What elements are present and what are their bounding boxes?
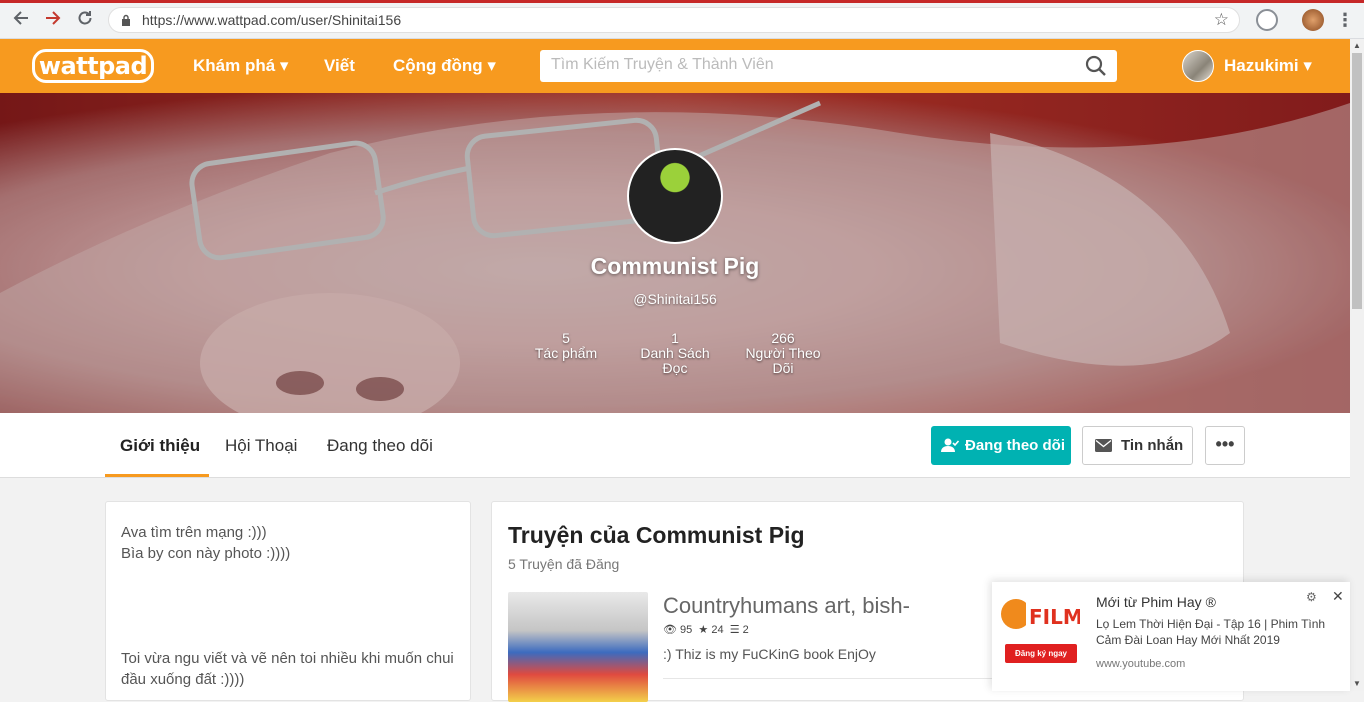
more-options-button[interactable]: ••• xyxy=(1205,426,1245,465)
nav-community[interactable]: Cộng đồng ▾ xyxy=(393,56,496,76)
profile-avatar-icon[interactable] xyxy=(1302,9,1324,31)
stat-works[interactable]: 5 Tác phẩm xyxy=(521,331,611,361)
film-logo-icon: FILM xyxy=(1001,599,1083,629)
scroll-down-icon[interactable]: ▼ xyxy=(1350,677,1364,691)
eye-icon: 👁 xyxy=(663,624,677,636)
user-menu[interactable]: Hazukimi ▾ xyxy=(1224,56,1312,76)
stories-count: 5 Truyện đã Đăng xyxy=(508,556,620,572)
story-cover-image[interactable] xyxy=(508,592,648,702)
lock-icon xyxy=(122,14,130,26)
search-box xyxy=(540,50,1117,82)
stat-followers[interactable]: 266 Người Theo Dõi xyxy=(738,331,828,376)
profile-avatar xyxy=(627,148,723,244)
ad-site: www.youtube.com xyxy=(1096,658,1186,670)
arrow-right-icon xyxy=(46,11,61,25)
tab-following[interactable]: Đang theo dõi xyxy=(327,436,433,456)
stat-value: 1 xyxy=(671,330,679,346)
back-button[interactable] xyxy=(10,9,32,31)
browser-top-accent xyxy=(0,0,1364,3)
address-bar[interactable]: https://www.wattpad.com/user/Shinitai156… xyxy=(108,7,1240,33)
following-button-label: Đang theo dõi xyxy=(965,437,1065,454)
list-icon: ☰ xyxy=(729,624,740,636)
mail-icon xyxy=(1095,439,1112,452)
kebab-menu-icon[interactable]: ⋮ xyxy=(1334,9,1356,31)
about-line: Bìa by con này photo :)))) xyxy=(121,545,291,562)
bookmark-star-icon[interactable]: ☆ xyxy=(1214,10,1229,30)
stat-reading-lists[interactable]: 1 Danh Sách Đọc xyxy=(630,331,720,376)
divider xyxy=(663,678,993,679)
profile-display-name: Communist Pig xyxy=(590,253,760,279)
message-button-label: Tin nhắn xyxy=(1121,437,1184,454)
extension-icon[interactable] xyxy=(1256,9,1278,31)
ad-subscribe-button[interactable]: Đăng ký ngay xyxy=(1005,644,1077,663)
close-icon[interactable]: ✕ xyxy=(1332,588,1344,605)
about-card: Ava tìm trên mạng :))) Bìa by con này ph… xyxy=(105,501,471,701)
page-scrollbar[interactable]: ▲ ▼ xyxy=(1350,39,1364,691)
following-button[interactable]: Đang theo dõi xyxy=(931,426,1071,465)
story-reads: 95 xyxy=(680,624,693,636)
wattpad-logo[interactable]: wattpad xyxy=(32,49,154,83)
stat-value: 5 xyxy=(562,330,570,346)
stories-heading: Truyện của Communist Pig xyxy=(508,522,805,548)
nav-discover[interactable]: Khám phá ▾ xyxy=(193,56,288,76)
scroll-up-icon[interactable]: ▲ xyxy=(1350,39,1364,53)
message-button[interactable]: Tin nhắn xyxy=(1082,426,1193,465)
story-parts: 2 xyxy=(742,624,749,636)
ad-popup[interactable]: FILM Đăng ký ngay Mới từ Phim Hay ® Lọ L… xyxy=(992,582,1350,691)
user-avatar[interactable] xyxy=(1182,50,1214,82)
reload-icon xyxy=(78,11,92,25)
search-input[interactable] xyxy=(551,56,1071,74)
about-line: Ava tìm trên mạng :))) xyxy=(121,524,267,541)
browser-chrome: https://www.wattpad.com/user/Shinitai156… xyxy=(0,0,1364,39)
reload-button[interactable] xyxy=(74,9,96,31)
scrollbar-thumb[interactable] xyxy=(1352,53,1362,309)
profile-tabs-bar: Giới thiệu Hội Thoại Đang theo dõi Đang … xyxy=(0,413,1350,478)
tab-about[interactable]: Giới thiệu xyxy=(120,436,200,456)
stat-value: 266 xyxy=(771,330,795,346)
story-description: :) Thiz is my FuCKinG book EnjOy xyxy=(663,646,876,662)
profile-cover: Communist Pig @Shinitai156 5 Tác phẩm 1 … xyxy=(0,93,1350,413)
ad-logo-text: FILM xyxy=(1029,605,1080,629)
arrow-left-icon xyxy=(13,11,28,25)
tab-conversations[interactable]: Hội Thoại xyxy=(225,436,297,456)
site-header: wattpad Khám phá ▾ Viết Cộng đồng ▾ Hazu… xyxy=(0,39,1350,93)
nav-write[interactable]: Viết xyxy=(324,56,355,76)
about-line: Toi vừa ngu viết và vẽ nên toi nhiều khi… xyxy=(121,650,454,667)
gear-icon[interactable]: ⚙ xyxy=(1306,590,1317,604)
user-check-icon xyxy=(941,438,959,452)
forward-button[interactable] xyxy=(42,9,64,31)
stat-label: Danh Sách Đọc xyxy=(640,345,710,376)
ad-title[interactable]: Mới từ Phim Hay ® xyxy=(1096,594,1216,610)
star-icon: ★ xyxy=(698,624,709,636)
active-tab-indicator xyxy=(105,474,209,477)
profile-handle: @Shinitai156 xyxy=(633,291,717,307)
story-votes: 24 xyxy=(711,624,724,636)
url-text: https://www.wattpad.com/user/Shinitai156 xyxy=(142,12,402,28)
story-title[interactable]: Countryhumans art, bish- xyxy=(663,593,910,619)
ad-channel-logo[interactable]: FILM xyxy=(1000,594,1083,634)
ad-description[interactable]: Lọ Lem Thời Hiện Đại - Tập 16 | Phim Tìn… xyxy=(1096,616,1328,648)
stat-label: Người Theo Dõi xyxy=(745,345,821,376)
stat-label: Tác phẩm xyxy=(534,345,598,361)
search-icon[interactable] xyxy=(1085,55,1107,77)
about-line: đầu xuống đất :)))) xyxy=(121,671,245,688)
story-stats: 👁 95 ★ 24 ☰ 2 xyxy=(663,623,749,636)
